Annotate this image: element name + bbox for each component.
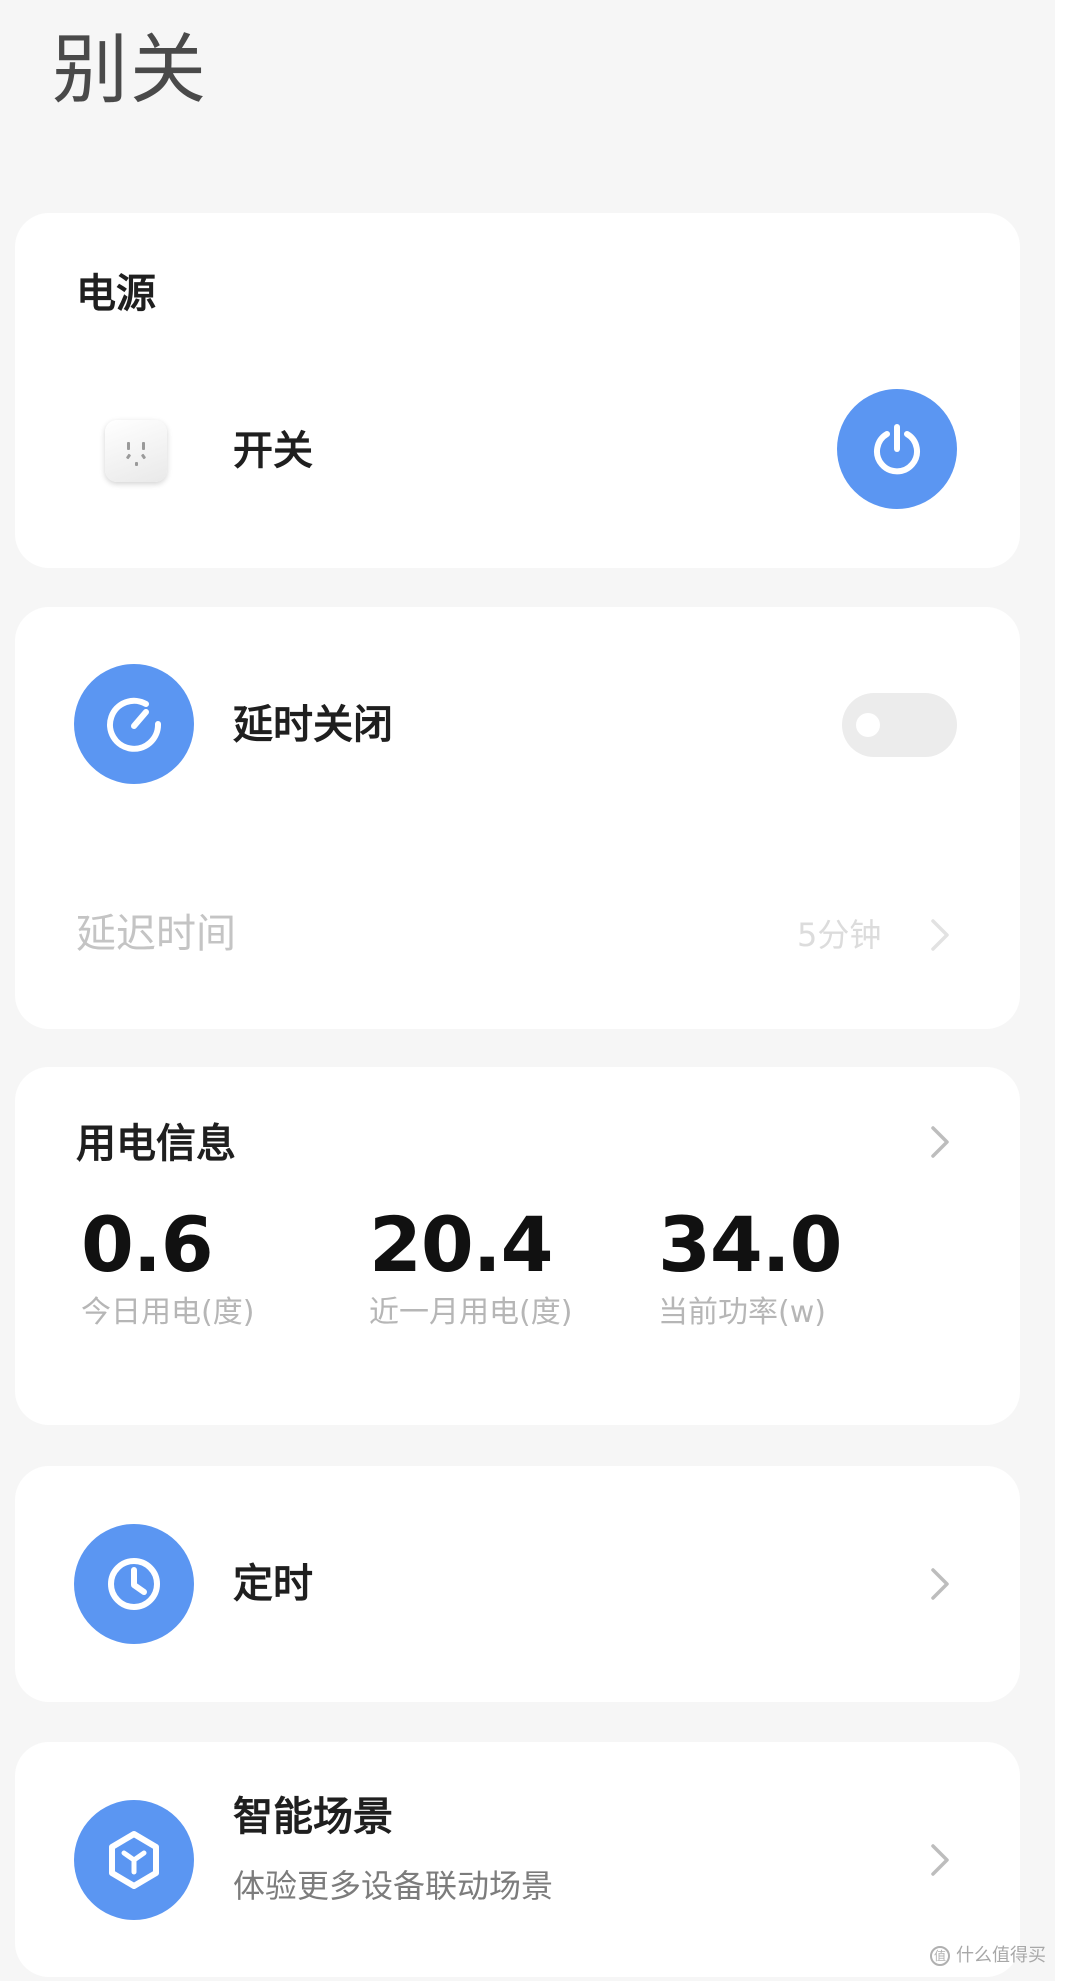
month-usage-value: 20.4 [369,1200,554,1289]
chevron-right-icon[interactable] [925,1838,955,1882]
delay-time-value[interactable]: 5分钟 [797,915,881,955]
power-card: 电源 开关 [15,213,1020,568]
power-section-title: 电源 [76,271,156,317]
watermark-badge: 值 [930,1946,950,1966]
chevron-right-icon[interactable] [925,1562,955,1606]
scene-icon-badge [74,1800,194,1920]
countdown-icon-badge [74,664,194,784]
page-title: 别关 [52,25,208,114]
toggle-knob [856,713,880,737]
delay-off-card: 延时关闭 延迟时间 5分钟 [15,607,1020,1029]
watermark-text: 什么值得买 [956,1945,1046,1966]
current-power-label: 当前功率(w) [658,1295,826,1330]
delay-off-toggle[interactable] [842,693,957,757]
clock-icon-badge [74,1524,194,1644]
smart-scene-subtitle: 体验更多设备联动场景 [233,1867,554,1905]
power-icon [874,424,920,475]
countdown-icon [107,697,162,752]
delay-off-label: 延时关闭 [233,702,393,748]
chevron-right-icon[interactable] [925,913,955,957]
switch-label: 开关 [233,428,313,474]
scene-icon [109,1831,159,1889]
power-toggle-button[interactable] [837,389,957,509]
edge-strip [1055,0,1080,1981]
delay-time-label: 延迟时间 [76,911,236,957]
month-usage-label: 近一月用电(度) [369,1295,573,1330]
timer-label: 定时 [233,1561,313,1607]
smart-scene-label: 智能场景 [233,1794,393,1840]
power-usage-card[interactable]: 用电信息 0.6 今日用电(度) 20.4 近一月用电(度) 34.0 当前功率… [15,1067,1020,1425]
today-usage-label: 今日用电(度) [81,1295,255,1330]
app-screen: 别关 电源 开关 延时关闭 延迟时间 5分钟 用电信息 0.6 今日用电(度) … [0,0,1055,1981]
chevron-right-icon[interactable] [925,1120,955,1164]
timer-card[interactable]: 定时 [15,1466,1020,1702]
clock-icon [108,1558,160,1610]
power-socket-icon [105,420,167,482]
watermark: 值 什么值得买 [930,1944,1046,1968]
smart-scene-card[interactable]: 智能场景 体验更多设备联动场景 [15,1742,1020,1977]
current-power-value: 34.0 [658,1200,843,1289]
usage-title: 用电信息 [76,1121,236,1167]
today-usage-value: 0.6 [81,1200,214,1289]
